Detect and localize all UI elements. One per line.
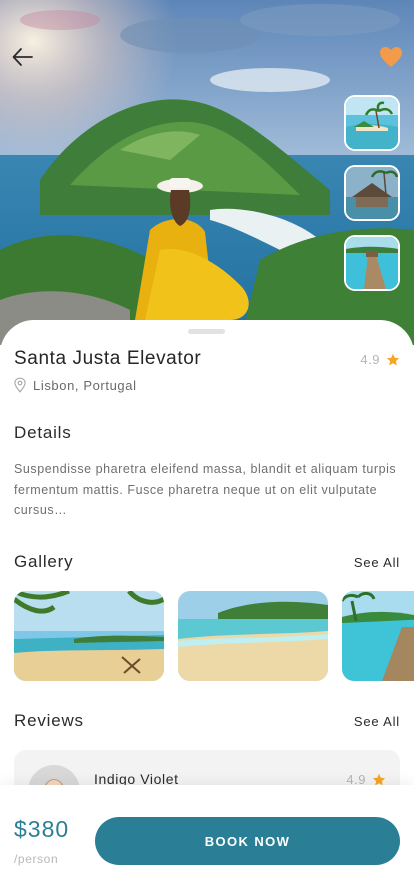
reviews-heading: Reviews: [14, 711, 84, 730]
price-unit: /person: [14, 852, 59, 866]
photo-thumbnails: [344, 95, 400, 305]
price: $380: [14, 816, 70, 842]
gallery-carousel: [14, 591, 414, 681]
back-button[interactable]: [8, 42, 38, 72]
arrow-left-icon: [12, 48, 33, 66]
location-text: Lisbon, Portugal: [33, 377, 137, 393]
favorite-button[interactable]: [376, 42, 406, 72]
star-icon: [386, 353, 400, 365]
place-rating: 4.9: [360, 352, 400, 367]
sandy-beach-photo: [178, 591, 328, 681]
details-description: Suspendisse pharetra eleifend massa, bla…: [14, 462, 397, 517]
gallery-see-all-link[interactable]: See All: [354, 555, 400, 570]
hero-image: [0, 0, 414, 345]
book-now-button[interactable]: BOOK NOW: [95, 817, 400, 865]
location-pin-icon: [14, 377, 26, 393]
thumbnail-1[interactable]: [344, 95, 400, 151]
gallery-heading: Gallery: [14, 552, 74, 571]
reviews-see-all-link[interactable]: See All: [354, 714, 400, 729]
sheet-drag-handle[interactable]: [188, 329, 225, 334]
place-location: Lisbon, Portugal: [13, 377, 137, 393]
place-title: Santa Justa Elevator: [14, 348, 202, 369]
gallery-item-1[interactable]: [14, 591, 164, 681]
jetty-photo: [342, 591, 414, 681]
booking-bar: $380 /person BOOK NOW: [0, 785, 414, 896]
gallery-item-3[interactable]: [342, 591, 414, 681]
pier-thumbnail-image: [346, 237, 398, 289]
rating-value: 4.9: [360, 352, 380, 367]
beach-thumbnail-image: [346, 97, 398, 149]
heart-icon: [380, 47, 402, 67]
thumbnail-3[interactable]: [344, 235, 400, 291]
thumbnail-2[interactable]: [344, 165, 400, 221]
bungalow-thumbnail-image: [346, 167, 398, 219]
details-heading: Details: [14, 423, 72, 442]
beach-lounger-photo: [14, 591, 164, 681]
gallery-item-2[interactable]: [178, 591, 328, 681]
